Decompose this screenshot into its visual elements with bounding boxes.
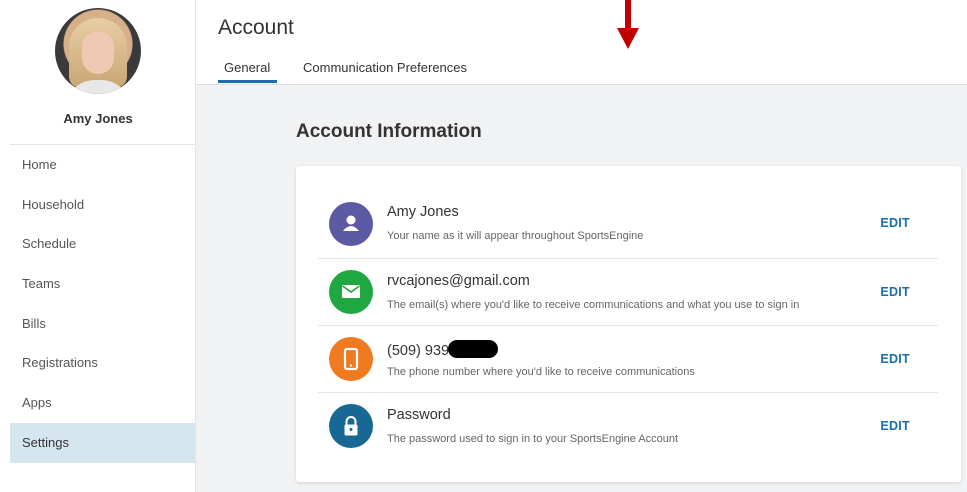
person-icon <box>329 202 373 246</box>
sidebar-item-teams[interactable]: Teams <box>10 264 196 304</box>
edit-password-button[interactable]: EDIT <box>880 419 910 433</box>
active-tab-indicator <box>218 80 277 83</box>
password-label: Password <box>387 407 451 423</box>
phone-number-text: (509) 939- <box>387 343 454 359</box>
sidebar: Amy Jones Home Household Schedule Teams … <box>0 0 196 492</box>
sidebar-item-household[interactable]: Household <box>10 185 196 225</box>
redaction-mark <box>447 340 498 358</box>
tab-communication-preferences[interactable]: Communication Preferences <box>303 60 467 75</box>
sidebar-nav: Home Household Schedule Teams Bills Regi… <box>10 145 196 463</box>
account-row-phone: (509) 939- The phone number where you'd … <box>318 326 938 393</box>
tab-general[interactable]: General <box>224 60 270 75</box>
account-row-email: rvcajones@gmail.com The email(s) where y… <box>318 259 938 326</box>
sidebar-item-registrations[interactable]: Registrations <box>10 343 196 383</box>
account-row-name: Amy Jones Your name as it will appear th… <box>318 192 938 259</box>
account-info-card: Amy Jones Your name as it will appear th… <box>296 166 961 482</box>
phone-description: The phone number where you'd like to rec… <box>387 366 695 378</box>
lock-icon <box>329 404 373 448</box>
page-header: Account General Communication Preference… <box>196 0 967 85</box>
user-name: Amy Jones <box>63 111 133 126</box>
sidebar-item-apps[interactable]: Apps <box>10 383 196 423</box>
annotation-arrow-icon <box>617 0 639 49</box>
sidebar-item-bills[interactable]: Bills <box>10 304 196 344</box>
envelope-icon <box>329 270 373 314</box>
edit-email-button[interactable]: EDIT <box>880 285 910 299</box>
name-description: Your name as it will appear throughout S… <box>387 230 644 242</box>
sidebar-item-home[interactable]: Home <box>10 145 196 185</box>
name-value: Amy Jones <box>387 204 459 220</box>
account-row-password: Password The password used to sign in to… <box>318 393 938 460</box>
sidebar-item-schedule[interactable]: Schedule <box>10 224 196 264</box>
email-value: rvcajones@gmail.com <box>387 273 530 289</box>
edit-name-button[interactable]: EDIT <box>880 216 910 230</box>
section-title: Account Information <box>296 121 482 142</box>
avatar[interactable] <box>55 8 141 94</box>
page-title: Account <box>218 16 294 39</box>
email-description: The email(s) where you'd like to receive… <box>387 299 800 311</box>
phone-value: (509) 939- <box>387 340 498 359</box>
phone-icon <box>329 337 373 381</box>
password-description: The password used to sign in to your Spo… <box>387 433 679 445</box>
sidebar-item-settings[interactable]: Settings <box>10 422 196 463</box>
edit-phone-button[interactable]: EDIT <box>880 352 910 366</box>
